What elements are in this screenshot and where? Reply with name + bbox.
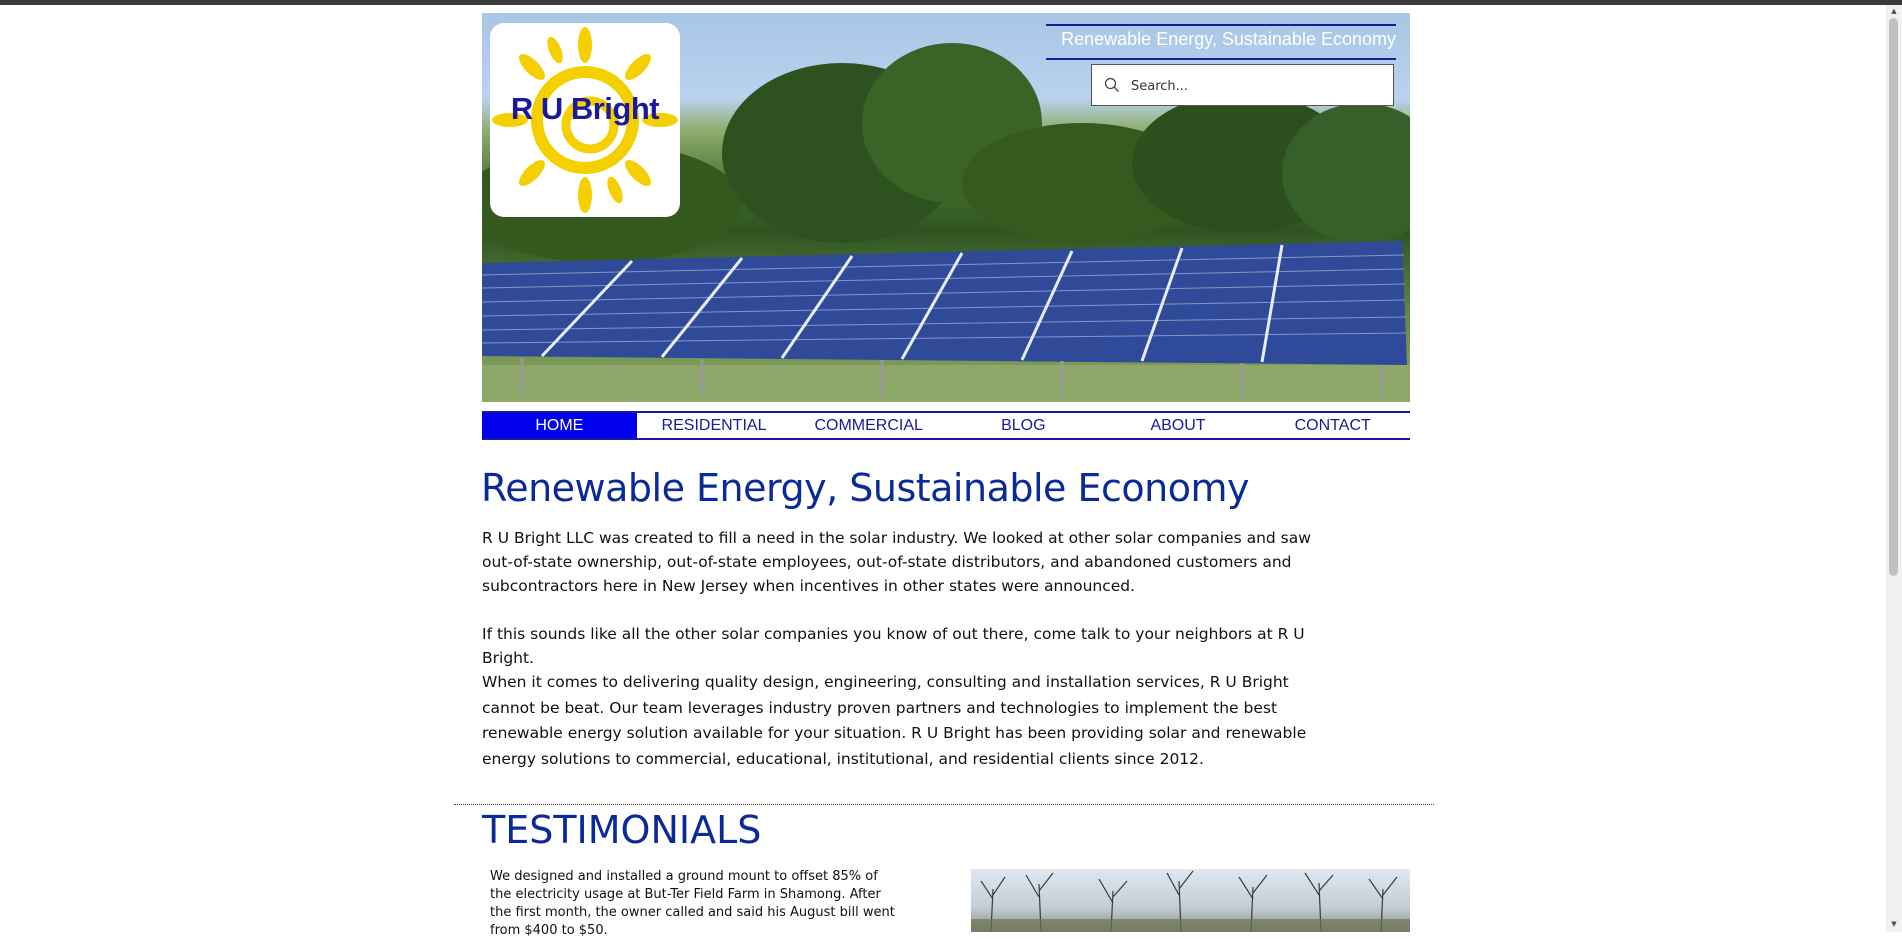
services-paragraph: When it comes to delivering quality desi…	[482, 673, 1307, 768]
scroll-down-arrow-icon[interactable]: ▼	[1889, 920, 1899, 928]
nav-commercial[interactable]: COMMERCIAL	[791, 413, 946, 438]
nav-home[interactable]: HOME	[482, 413, 637, 438]
browser-top-bar	[0, 0, 1902, 5]
tagline-bottom-rule	[1046, 58, 1396, 60]
neighbors-paragraph: If this sounds like all the other solar …	[482, 625, 1305, 667]
header-tagline: Renewable Energy, Sustainable Economy	[1061, 29, 1396, 49]
search-input[interactable]	[1129, 73, 1388, 99]
logo-text: R U Bright	[510, 91, 660, 126]
bare-trees-illustration	[971, 870, 1410, 932]
logo[interactable]: R U Bright	[490, 23, 680, 217]
nav-contact[interactable]: CONTACT	[1255, 413, 1410, 438]
search-box[interactable]	[1091, 64, 1394, 106]
main-nav: HOME RESIDENTIAL COMMERCIAL BLOG ABOUT C…	[482, 411, 1410, 440]
scroll-up-arrow-icon[interactable]: ▲	[1889, 7, 1899, 15]
scrollbar-thumb[interactable]	[1889, 18, 1898, 576]
page-headline: Renewable Energy, Sustainable Economy	[481, 466, 1249, 510]
testimonials-heading: TESTIMONIALS	[482, 808, 762, 852]
section-divider	[454, 804, 1434, 805]
search-icon	[1104, 77, 1119, 92]
nav-about[interactable]: ABOUT	[1101, 413, 1256, 438]
testimonial-text: We designed and installed a ground mount…	[490, 869, 895, 938]
testimonial-photo	[971, 869, 1410, 932]
tagline-top-rule	[1046, 24, 1396, 26]
intro-paragraph: R U Bright LLC was created to fill a nee…	[482, 529, 1311, 595]
nav-blog[interactable]: BLOG	[946, 413, 1101, 438]
nav-residential[interactable]: RESIDENTIAL	[637, 413, 792, 438]
